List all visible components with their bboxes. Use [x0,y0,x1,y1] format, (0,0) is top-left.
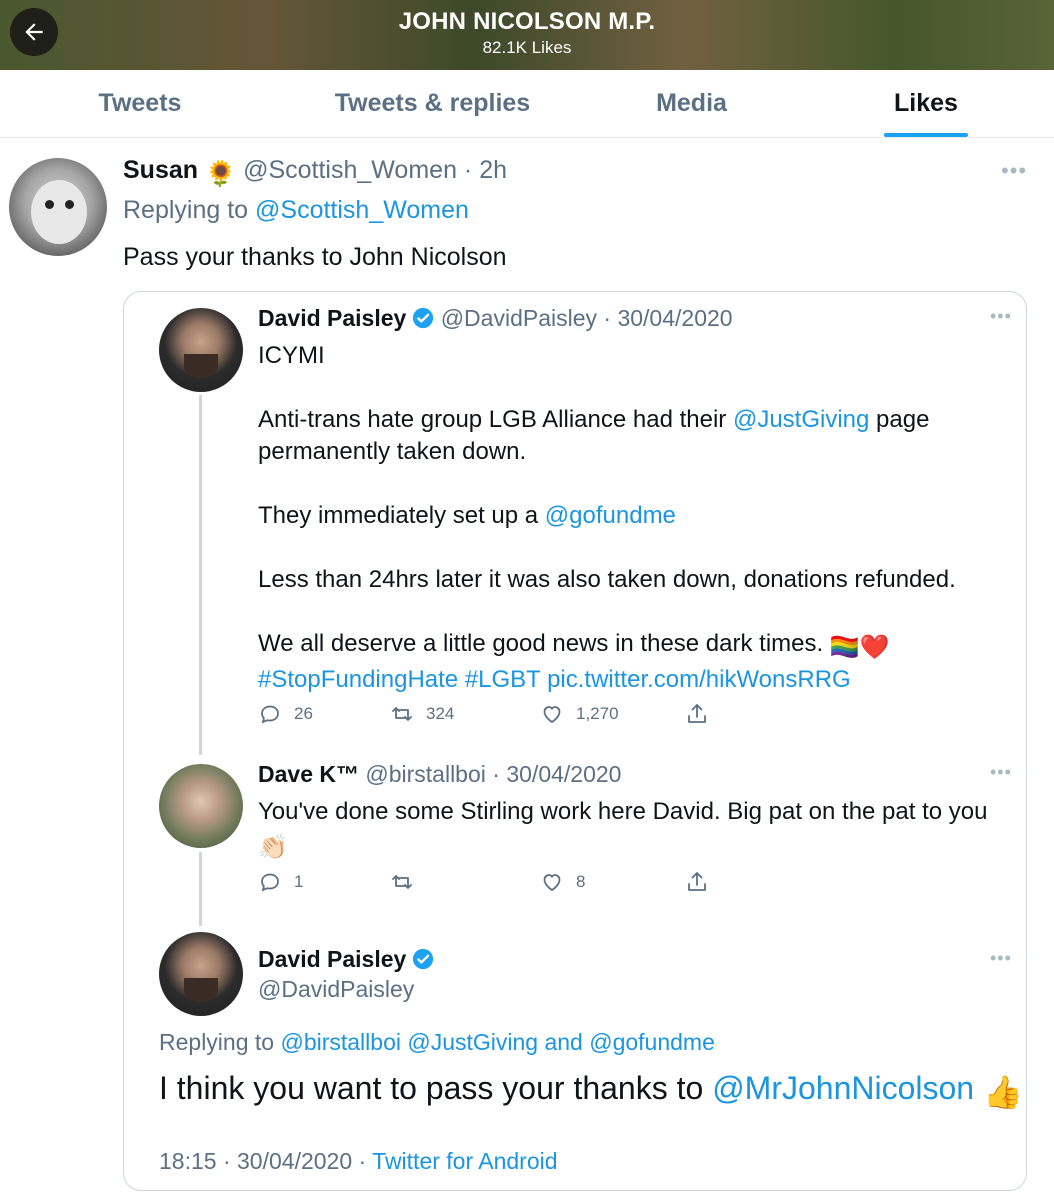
author-handle[interactable]: @DavidPaisley [441,305,597,331]
tweet-source-link[interactable]: Twitter for Android [372,1148,557,1174]
tweet-text: ICYMI Anti-trans hate group LGB Alliance… [258,340,1008,696]
thread-line [199,852,202,926]
tweet-text: You've done some Stirling work here Davi… [258,796,1008,864]
text-paragraph: Anti-trans hate group LGB Alliance had t… [258,406,930,433]
tab-tweets[interactable]: Tweets [0,70,280,137]
reply-button[interactable]: 26 [258,702,390,726]
separator-dot: · [597,305,618,331]
retweet-button[interactable] [390,870,540,894]
like-button[interactable]: 1,270 [540,702,685,726]
avatar-eye [65,200,74,209]
sunflower-emoji: 🌻 [204,160,237,188]
avatar-beard [184,978,218,1002]
tweet-time[interactable]: 18:15 [159,1148,217,1174]
separator-dot: · [456,156,480,184]
author-handle[interactable]: @Scottish_Women [243,156,457,184]
tab-media[interactable]: Media [585,70,798,137]
mention-link[interactable]: @gofundme [545,502,676,529]
replying-to-links[interactable]: @birstallboi @JustGiving and @gofundme [280,1029,714,1055]
share-icon [688,704,706,723]
tab-tweets-replies[interactable]: Tweets & replies [280,70,585,137]
avatar[interactable] [159,308,243,392]
more-icon[interactable]: ••• [990,948,1012,969]
tweet-header: Susan 🌻 @Scottish_Women · 2h [123,156,507,189]
retweet-icon [392,707,412,721]
active-tab-indicator [884,133,968,137]
hashtags-link[interactable]: #StopFundingHate #LGBT pic.twitter.com/h… [258,664,1008,696]
text-line: permanently taken down. [258,438,527,465]
separator-dot: · [216,1148,238,1174]
thumbs-up-emoji: 👍 [982,1074,1023,1110]
tab-likes[interactable]: Likes [798,70,1054,137]
avatar[interactable] [159,764,243,848]
reply-icon [261,873,279,892]
retweet-button[interactable]: 324 [390,702,540,726]
tweet-actions: 26 324 1,270 [258,702,709,726]
tweet-header: Dave K™ @birstallboi · 30/04/2020 [258,761,621,788]
reply-button[interactable]: 1 [258,870,390,894]
tweet-time[interactable]: 2h [479,156,507,184]
replying-to-line: Replying to @Scottish_Women [123,196,469,224]
likes-count: 82.1K Likes [482,38,572,57]
thread-line [199,395,202,755]
like-button[interactable]: 8 [540,870,685,894]
mention-link[interactable]: @MrJohnNicolson [712,1070,974,1106]
tweet-date[interactable]: 30/04/2020 [506,761,621,787]
mention-link[interactable]: @JustGiving [733,406,869,433]
avatar-eye [45,200,54,209]
tweet-actions: 1 8 [258,870,709,894]
tweet-date[interactable]: 30/04/2020 [237,1148,352,1174]
retweet-icon [392,875,412,889]
rainbow-heart-emoji: 🏳️‍🌈❤️ [829,634,890,661]
tweet-text: I think you want to pass your thanks to … [159,1070,1023,1110]
profile-name: JOHN NICOLSON M.P. [398,8,656,35]
text-line: ICYMI [258,342,325,369]
more-icon[interactable]: ••• [990,762,1012,783]
separator-dot: · [352,1148,373,1174]
avatar[interactable] [9,158,107,256]
more-icon[interactable]: ••• [1001,158,1027,184]
text-paragraph: They immediately set up a @gofundme [258,502,676,529]
tweet-date[interactable]: 30/04/2020 [617,305,732,331]
like-icon [543,706,561,724]
share-button[interactable] [685,870,709,894]
author-name[interactable]: Susan [123,156,198,184]
text-paragraph: We all deserve a little good news in the… [258,628,1008,664]
text-line: Less than 24hrs later it was also taken … [258,566,956,593]
avatar-beard [184,354,218,378]
profile-header-banner: JOHN NICOLSON M.P. 82.1K Likes [0,0,1054,70]
avatar[interactable] [159,932,243,1016]
author-name[interactable]: Dave K™ [258,761,359,787]
author-name[interactable]: David Paisley [258,305,406,331]
verified-badge-icon [413,948,434,970]
tweet-text: Pass your thanks to John Nicolson [123,243,507,271]
tweet-header: David Paisley @DavidPaisley · 30/04/2020 [258,305,733,332]
tweet-timestamp-line: 18:15 · 30/04/2020 · Twitter for Android [159,1148,558,1175]
replying-to-line: Replying to @birstallboi @JustGiving and… [159,1029,715,1055]
avatar-face [31,180,87,244]
tweet-header: David Paisley [258,946,434,973]
author-handle[interactable]: @DavidPaisley [258,976,414,1003]
author-handle[interactable]: @birstallboi [365,761,486,787]
author-name[interactable]: David Paisley [258,946,406,972]
header-title-block: JOHN NICOLSON M.P. 82.1K Likes [0,8,1054,58]
like-icon [543,874,561,892]
profile-tabs: Tweets Tweets & replies Media Likes [0,70,1054,138]
replying-to-link[interactable]: @Scottish_Women [255,196,469,224]
separator-dot: · [485,761,507,787]
verified-badge-icon [413,307,434,329]
clapping-emoji: 👏🏻 [258,834,288,861]
share-button[interactable] [685,702,709,726]
more-icon[interactable]: ••• [990,306,1012,327]
reply-icon [261,705,279,724]
share-icon [688,872,706,891]
